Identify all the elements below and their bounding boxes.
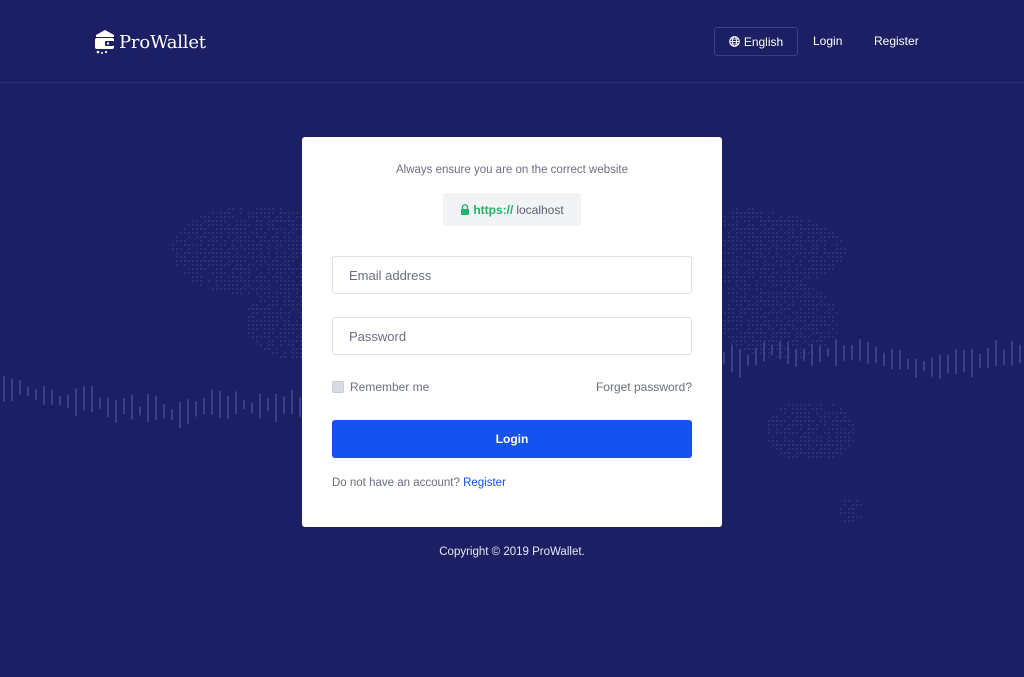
language-label: English (743, 34, 784, 49)
top-header: ProWallet English Login Register (0, 0, 1024, 83)
wallet-logo-icon (95, 30, 114, 54)
forget-password-link[interactable]: Forget password? (596, 380, 692, 394)
signup-prompt: Do not have an account? Register (332, 477, 506, 489)
remember-me-label: Remember me (350, 380, 430, 394)
nav-login-link[interactable]: Login (813, 34, 842, 48)
security-notice: Always ensure you are on the correct web… (395, 164, 629, 176)
login-button[interactable]: Login (332, 420, 692, 458)
remember-me-checkbox[interactable] (332, 381, 344, 393)
signup-prompt-text: Do not have an account? (332, 477, 460, 489)
globe-icon (728, 36, 740, 47)
language-selector[interactable]: English (714, 27, 798, 56)
url-host: localhost (516, 202, 564, 217)
email-field[interactable] (332, 256, 692, 294)
login-card: Always ensure you are on the correct web… (302, 137, 722, 527)
remember-me-option[interactable]: Remember me (332, 380, 429, 394)
url-protocol: https:// (473, 202, 514, 217)
logo[interactable]: ProWallet (93, 27, 206, 57)
lock-icon (461, 204, 470, 215)
secure-url-indicator: https:// localhost (443, 193, 581, 226)
password-field[interactable] (332, 317, 692, 355)
nav-register-link[interactable]: Register (874, 34, 919, 48)
logo-text: ProWallet (119, 31, 206, 53)
copyright-text: Copyright © 2019 ProWallet. (439, 546, 585, 558)
register-link[interactable]: Register (463, 477, 506, 489)
